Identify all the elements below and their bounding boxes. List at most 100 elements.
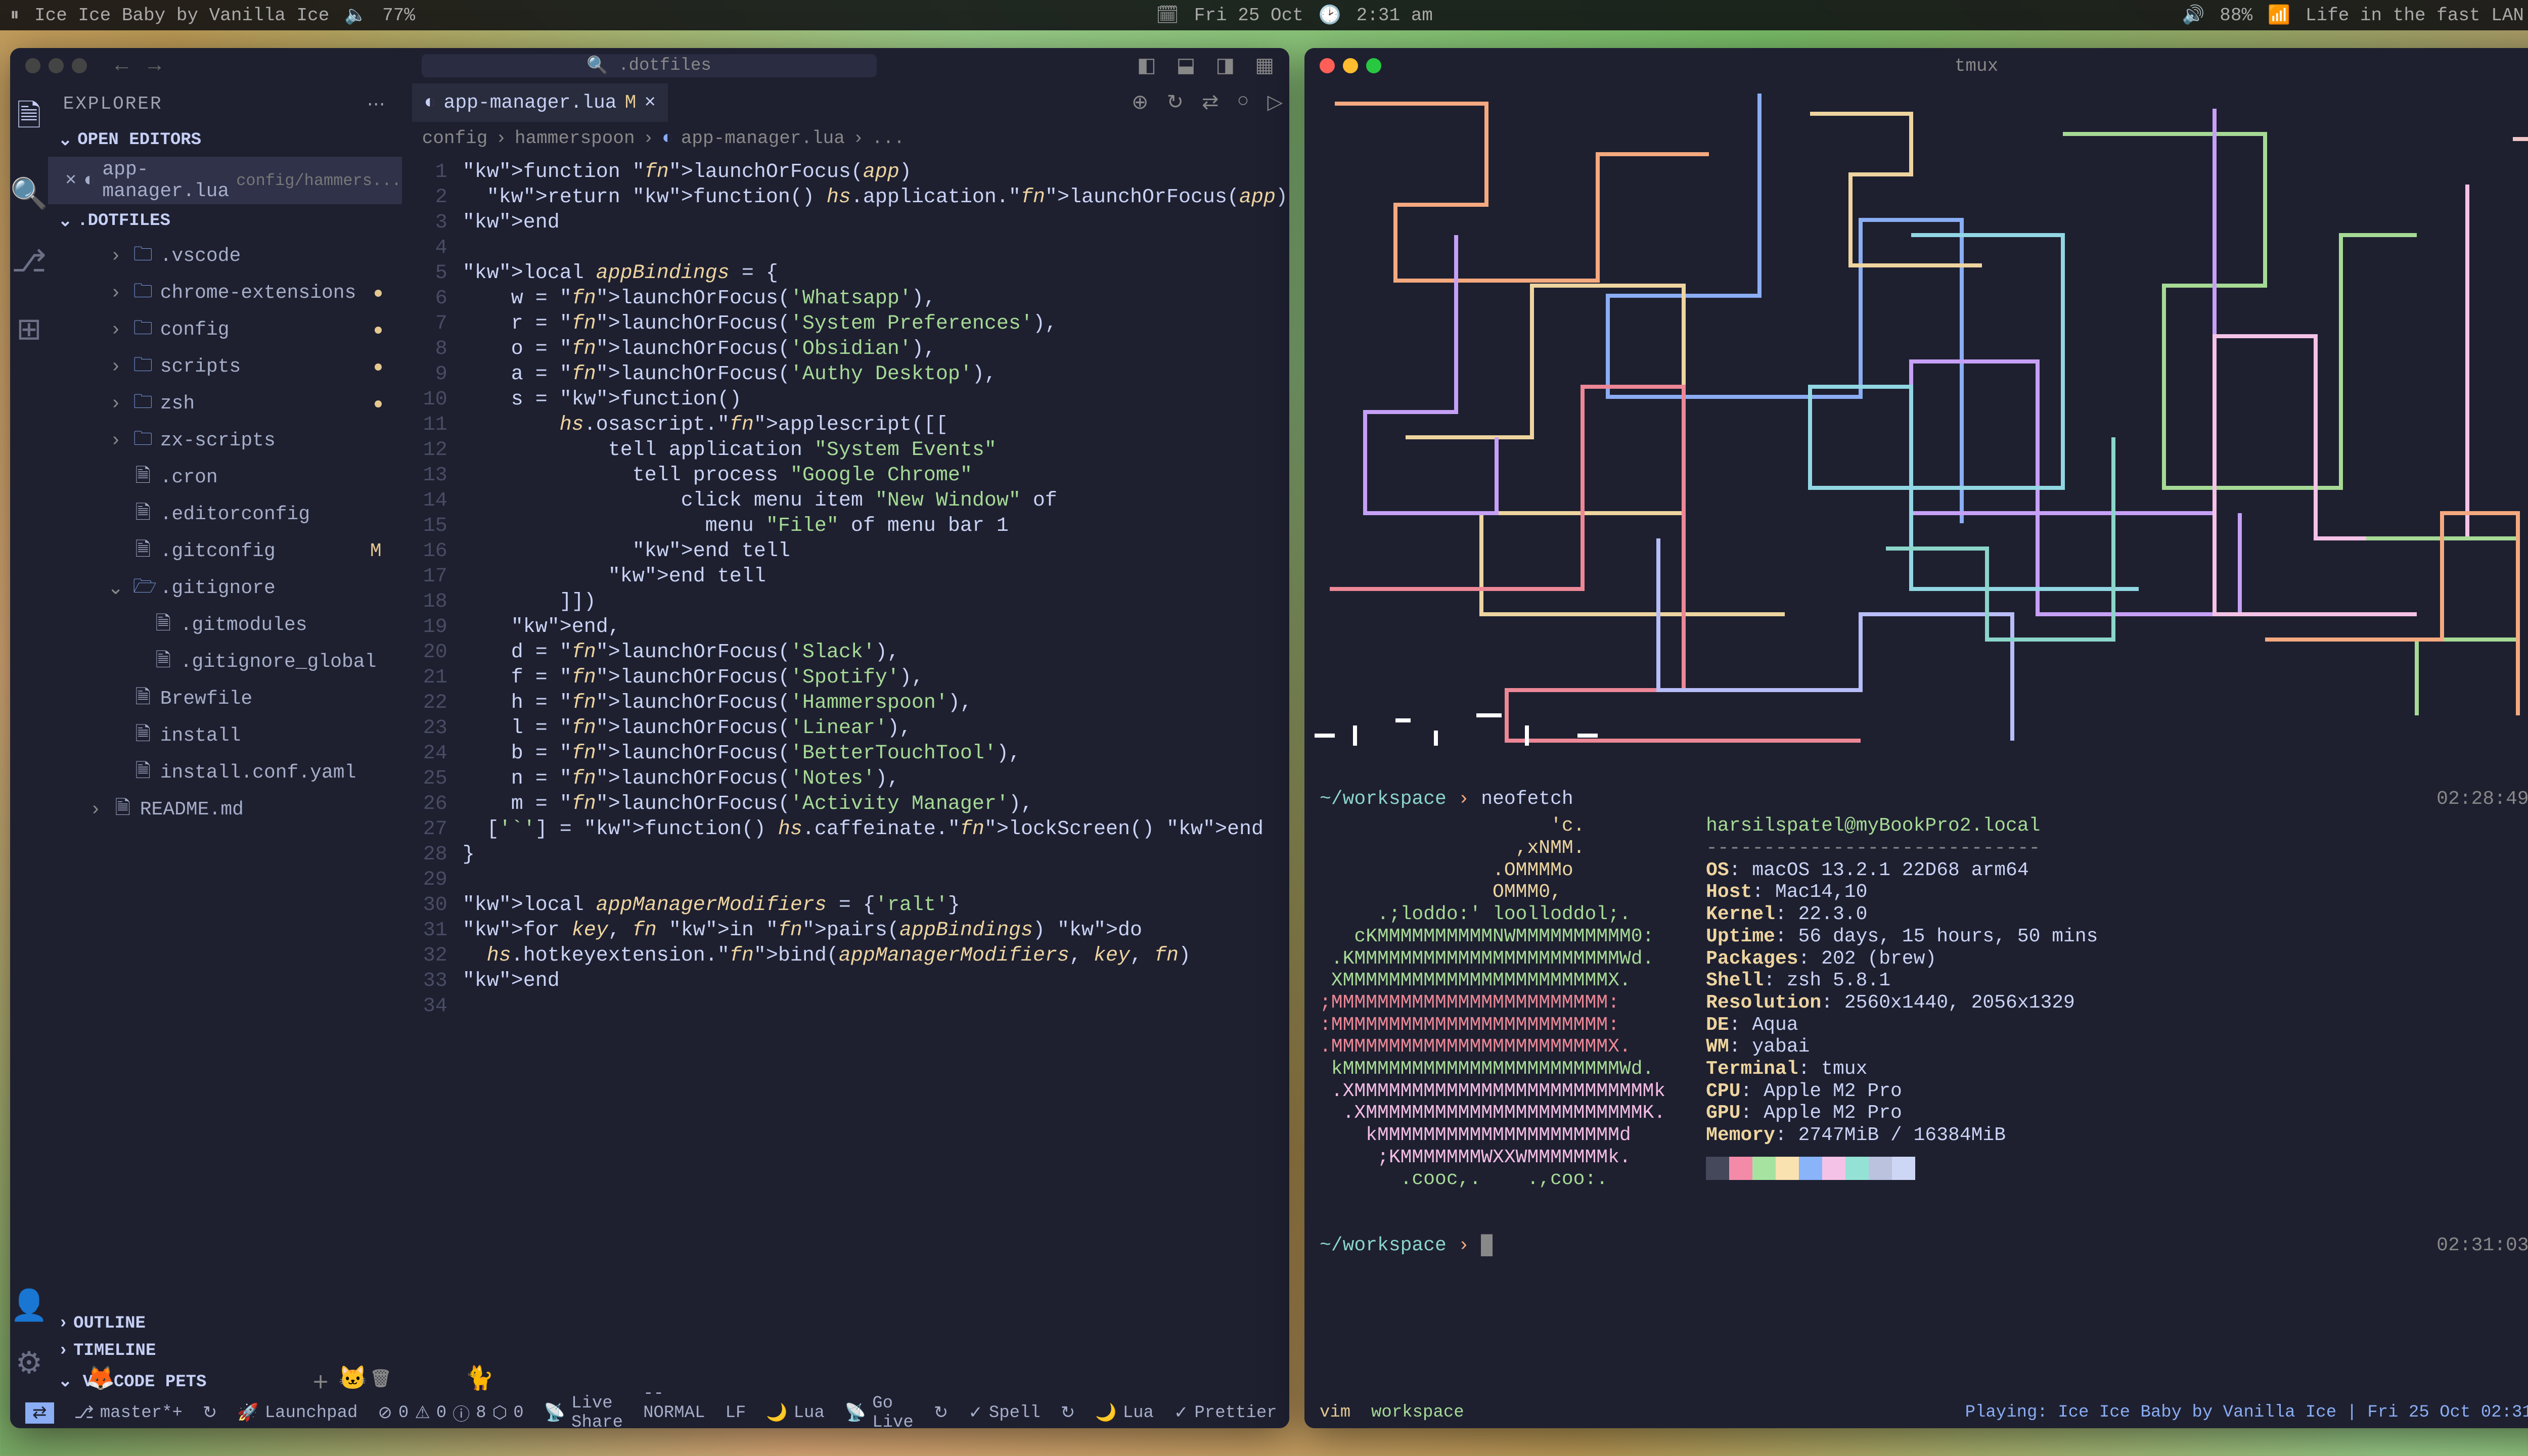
circle-icon[interactable]: ○ [1237, 90, 1249, 115]
play-icon[interactable]: ▷ [1268, 90, 1283, 115]
tree-item[interactable]: ›🗎README.md [48, 791, 402, 828]
battery-left[interactable]: 77% [382, 5, 415, 26]
code-lines[interactable]: "kw">function "fn">launchOrFocus(app) "k… [463, 160, 1289, 1398]
tree-item[interactable]: ›🗀config [48, 311, 402, 348]
explorer-title: EXPLORER [63, 94, 163, 115]
tree-item[interactable]: 🗎.gitconfigM [48, 533, 402, 570]
language-mode[interactable]: 🌙 Lua [766, 1394, 825, 1428]
accounts-icon[interactable]: 👤 [10, 1287, 48, 1325]
traffic-max[interactable] [1366, 58, 1381, 73]
tab-app-manager[interactable]: ◐ app-manager.lua M × [412, 83, 668, 122]
search-activity-icon[interactable]: 🔍 [10, 175, 48, 213]
traffic-min[interactable] [49, 58, 64, 73]
breadcrumb-seg[interactable]: ... [872, 128, 905, 149]
calendar-icon[interactable]: 🗓 [1156, 4, 1179, 26]
menubar-time: 2:31 am [1357, 5, 1433, 26]
chevron-down-icon: ⌄ [58, 129, 73, 151]
outline-label: OUTLINE [73, 1314, 146, 1333]
tab-close-icon[interactable]: × [644, 92, 656, 114]
tree-item[interactable]: 🗎.editorconfig [48, 496, 402, 533]
git-branch[interactable]: ⎇ master*+ [74, 1402, 183, 1424]
terminal-window: tmux [1304, 48, 2528, 1428]
tree-item[interactable]: ⌄🗁.gitignore [48, 570, 402, 607]
tree-item[interactable]: 🗎.gitmodules [48, 607, 402, 644]
chevron-down-icon: ⌄ [58, 1373, 73, 1392]
run-lines-icon[interactable]: ↻ [1166, 90, 1184, 115]
tree-item[interactable]: ›🗀scripts [48, 348, 402, 385]
breadcrumb-seg[interactable]: config [422, 128, 488, 149]
open-editors-section[interactable]: ⌄ OPEN EDITORS [48, 125, 402, 155]
tree-item[interactable]: ›🗀chrome-extensions [48, 275, 402, 311]
pets-canvas: 🦊 🐱 🐈 [86, 1364, 494, 1393]
tree-item[interactable]: ›🗀zx-scripts [48, 422, 402, 459]
close-icon[interactable]: × [65, 170, 77, 192]
sync-status-icon[interactable]: ↻ [934, 1394, 949, 1428]
tab-bar: ◐ app-manager.lua M × ⊕ ↻ ⇄ ○ ▷ ⏵ ◫ ⋯ [402, 83, 1289, 122]
source-control-icon[interactable]: ⎇ [12, 244, 47, 281]
volume-icon[interactable]: 🔈 [344, 4, 367, 26]
layout-bottom-icon[interactable]: ⬓ [1177, 54, 1196, 78]
speaker-icon[interactable]: 🔊 [2182, 4, 2204, 26]
tree-item[interactable]: 🗎.cron [48, 459, 402, 496]
traffic-min[interactable] [1343, 58, 1358, 73]
tree-item[interactable]: 🗎install.conf.yaml [48, 754, 402, 791]
folder-section[interactable]: ⌄ .DOTFILES [48, 206, 402, 236]
layout-left-icon[interactable]: ◧ [1137, 54, 1156, 78]
code-editor[interactable]: 1234567891011121314151617181920212223242… [402, 155, 1289, 1398]
refresh-icon[interactable]: ↻ [1061, 1394, 1075, 1428]
prompt-cmd: neofetch [1481, 788, 1573, 810]
tree-item[interactable]: 🗎.gitignore_global [48, 644, 402, 680]
eol[interactable]: LF [725, 1394, 746, 1428]
tree-item[interactable]: 🗎Brewfile [48, 680, 402, 717]
prompt-time: 02:28:49 am [2436, 788, 2528, 810]
problems[interactable]: ⊘0 ⚠0 ⓘ8 ⬡0 [378, 1400, 523, 1426]
traffic-close[interactable] [1320, 58, 1335, 73]
explorer-more-icon[interactable]: ⋯ [367, 94, 387, 115]
battery-right[interactable]: 88% [2220, 5, 2252, 26]
wifi-icon[interactable]: 📶 [2268, 4, 2290, 26]
lua-status[interactable]: 🌙 Lua [1095, 1394, 1154, 1428]
tree-item[interactable]: 🗎install [48, 717, 402, 754]
explorer-icon[interactable]: 🗎 [17, 94, 41, 145]
live-share[interactable]: 📡 Live Share [544, 1394, 623, 1428]
prettier[interactable]: ✓ Prettier [1174, 1394, 1277, 1428]
traffic-close[interactable] [25, 58, 40, 73]
settings-gear-icon[interactable]: ⚙ [15, 1345, 42, 1383]
layout-right-icon[interactable]: ◨ [1215, 54, 1235, 78]
explorer-sidebar: EXPLORER ⋯ ⌄ OPEN EDITORS × ◐ app-manage… [48, 83, 402, 1398]
tree-item[interactable]: ›🗀zsh [48, 385, 402, 422]
now-playing[interactable]: Ice Ice Baby by Vanilla Ice [34, 5, 329, 26]
terminal-output[interactable]: ~/workspace › neofetch02:28:49 am 'c. ,x… [1304, 756, 2528, 1398]
prompt-sep: › [1458, 1235, 1470, 1256]
remote-indicator[interactable]: ⇄ [25, 1402, 54, 1424]
neofetch-ascii: 'c. ,xNMM. .OMMMMo OMMM0, .;loddo:' lool… [1320, 815, 1665, 1191]
launchpad[interactable]: 🚀 Launchpad [237, 1402, 357, 1424]
nav-fwd-icon[interactable]: → [148, 54, 161, 78]
open-editor-item[interactable]: × ◐ app-manager.lua config/hammers... M [48, 157, 402, 204]
go-live[interactable]: 📡 Go Live [845, 1394, 914, 1428]
nav-back-icon[interactable]: ← [115, 54, 128, 78]
command-center[interactable]: 🔍 .dotfiles [422, 54, 877, 77]
playback-icon[interactable]: ⏸ [10, 5, 19, 26]
breadcrumb[interactable]: config› hammerspoon› ◐ app-manager.lua› … [402, 122, 1289, 155]
clock-icon[interactable]: 🕑 [1319, 4, 1341, 26]
tree-item[interactable]: ›🗀.vscode [48, 238, 402, 275]
menubar-date: Fri 25 Oct [1194, 5, 1303, 26]
tmux-window-2[interactable]: workspace [1371, 1403, 1464, 1422]
sync-icon[interactable]: ↻ [203, 1402, 217, 1424]
vscode-window: ← → 🔍 .dotfiles ◧ ⬓ ◨ ▦ 🗎 🔍 ⎇ ⊞ 👤 ⚙ [10, 48, 1289, 1428]
timeline-section[interactable]: ›TIMELINE [48, 1337, 402, 1364]
open-changes-icon[interactable]: ⊕ [1132, 90, 1149, 115]
layout-custom-icon[interactable]: ▦ [1255, 54, 1274, 78]
tmux-window-1[interactable]: vim [1320, 1403, 1350, 1422]
git-compare-icon[interactable]: ⇄ [1202, 90, 1219, 115]
wifi-ssid[interactable]: Life in the fast LAN 5Ghz [2306, 5, 2528, 26]
spell[interactable]: ✓ Spell [968, 1394, 1041, 1428]
traffic-max[interactable] [72, 58, 87, 73]
outline-section[interactable]: ›OUTLINE [48, 1310, 402, 1337]
breadcrumb-seg[interactable]: hammerspoon [515, 128, 635, 149]
breadcrumb-seg[interactable]: app-manager.lua [681, 128, 845, 149]
lua-file-icon: ◐ [84, 170, 96, 192]
prompt-sep: › [1458, 788, 1470, 810]
extensions-icon[interactable]: ⊞ [16, 311, 41, 349]
